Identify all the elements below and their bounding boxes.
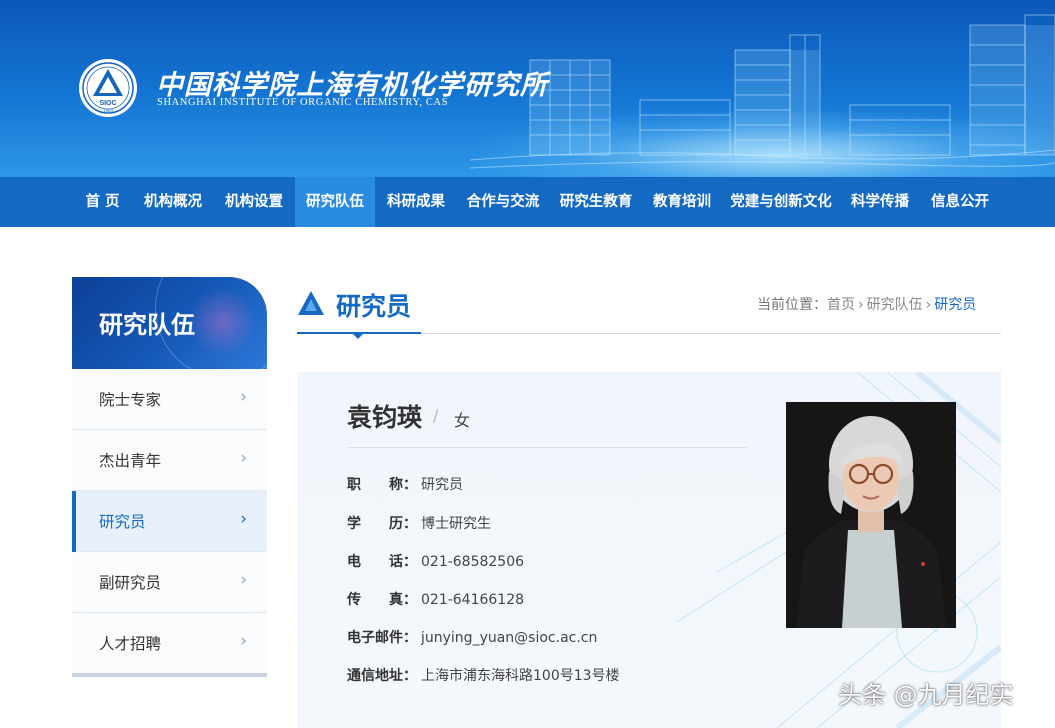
sidebar-menu: 院士专家 › 杰出青年 › 研究员 › 副研究员 › 人才招聘 › <box>72 369 267 674</box>
breadcrumb: 当前位置：首页 › 研究队伍 › 研究员 <box>757 294 976 314</box>
chevron-right-icon: › <box>240 509 247 529</box>
field-phone: 电 话： 021-68582506 <box>347 551 524 571</box>
triangle-logo-icon <box>298 291 324 315</box>
portrait-illustration <box>786 402 956 628</box>
main-nav: 首 页 机构概况 机构设置 研究队伍 科研成果 合作与交流 研究生教育 教育培训… <box>0 177 1055 227</box>
sidebar-bottom-border <box>72 673 267 677</box>
field-value: 上海市浦东海科路100号13号楼 <box>421 668 620 684</box>
sidebar-header: 研究队伍 <box>72 277 267 369</box>
sidebar-item-label: 研究员 <box>99 513 146 531</box>
field-value: 021-68582506 <box>421 554 525 570</box>
section-divider-notch <box>352 333 364 339</box>
nav-item-graduate[interactable]: 研究生教育 <box>553 177 639 227</box>
nav-item-cooperation[interactable]: 合作与交流 <box>460 177 546 227</box>
field-label: 电 话： <box>347 554 417 570</box>
section-title: 研究员 <box>336 292 412 321</box>
header-banner: SIOC 1950 中国科学院上海有机化学研究所 SHANGHAI INSTIT… <box>0 0 1055 177</box>
field-email: 电子邮件： junying_yuan@sioc.ac.cn <box>347 627 597 647</box>
nav-item-structure[interactable]: 机构设置 <box>217 177 291 227</box>
email-link[interactable]: junying_yuan@sioc.ac.cn <box>421 630 597 646</box>
name-divider <box>347 447 747 448</box>
nav-item-team[interactable]: 研究队伍 <box>295 177 375 227</box>
field-fax: 传 真： 021-64166128 <box>347 589 524 609</box>
city-skyline-illustration <box>470 14 1055 169</box>
sidebar-item-youth[interactable]: 杰出青年 › <box>72 430 267 491</box>
field-education: 学 历： 博士研究生 <box>347 513 491 533</box>
chevron-right-icon: › <box>240 570 247 590</box>
nav-item-party[interactable]: 党建与创新文化 <box>724 177 838 227</box>
sidebar-header-glow <box>187 287 257 357</box>
logo-text: SIOC <box>99 100 116 107</box>
nav-item-research[interactable]: 科研成果 <box>379 177 453 227</box>
field-label: 通信地址： <box>347 668 417 684</box>
breadcrumb-prefix: 当前位置： <box>757 297 827 313</box>
breadcrumb-current: 研究员 <box>934 297 977 313</box>
nav-item-training[interactable]: 教育培训 <box>645 177 719 227</box>
watermark: 头条 @九月纪实 <box>838 681 1014 709</box>
chevron-right-icon: › <box>240 387 247 407</box>
portrait-photo <box>786 402 956 628</box>
institute-name-en: SHANGHAI INSTITUTE OF ORGANIC CHEMISTRY,… <box>157 97 449 108</box>
breadcrumb-home[interactable]: 首页 <box>827 297 855 313</box>
field-title: 职 称： 研究员 <box>347 474 463 494</box>
name-separator: / <box>433 406 439 425</box>
sidebar-item-label: 院士专家 <box>99 391 162 409</box>
sidebar-item-academicians[interactable]: 院士专家 › <box>72 369 267 430</box>
sidebar-item-associate[interactable]: 副研究员 › <box>72 552 267 613</box>
chevron-right-icon: › <box>240 448 247 468</box>
logo-year: 1950 <box>103 108 114 113</box>
sidebar-item-researchers[interactable]: 研究员 › <box>72 491 267 552</box>
field-value: 博士研究生 <box>421 516 491 532</box>
nav-item-home[interactable]: 首 页 <box>75 177 130 227</box>
field-value: 研究员 <box>421 477 463 493</box>
breadcrumb-team[interactable]: 研究队伍 <box>867 297 923 313</box>
sidebar-item-label: 杰出青年 <box>99 452 162 470</box>
person-name: 袁钧瑛 <box>347 403 423 432</box>
sidebar-title: 研究队伍 <box>99 311 195 339</box>
nav-item-overview[interactable]: 机构概况 <box>136 177 210 227</box>
sidebar-item-recruitment[interactable]: 人才招聘 › <box>72 613 267 674</box>
sidebar-item-label: 人才招聘 <box>99 635 162 653</box>
chevron-right-icon: › <box>240 631 247 651</box>
field-address: 通信地址： 上海市浦东海科路100号13号楼 <box>347 665 620 685</box>
field-label: 传 真： <box>347 592 417 608</box>
sidebar-item-label: 副研究员 <box>99 574 162 592</box>
field-label: 职 称： <box>347 477 417 493</box>
breadcrumb-separator: › <box>925 297 932 313</box>
breadcrumb-separator: › <box>858 297 864 313</box>
sioc-logo: SIOC 1950 <box>79 59 137 117</box>
nav-item-info[interactable]: 信息公开 <box>923 177 997 227</box>
field-label: 学 历： <box>347 516 417 532</box>
field-label: 电子邮件： <box>347 630 417 646</box>
person-gender: 女 <box>454 411 471 430</box>
nav-item-science[interactable]: 科学传播 <box>843 177 917 227</box>
active-indicator <box>72 491 76 552</box>
field-value: 021-64166128 <box>421 592 525 608</box>
